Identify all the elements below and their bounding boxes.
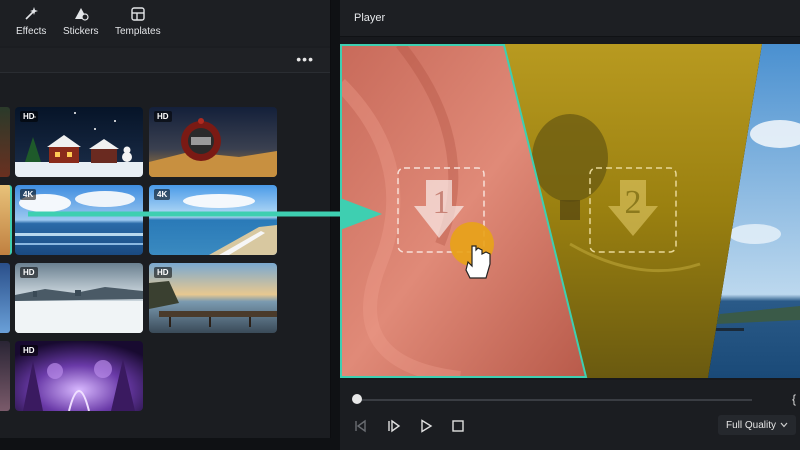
templates-label: Templates xyxy=(115,26,161,37)
quality-label: Full Quality xyxy=(726,419,777,431)
stop-button[interactable] xyxy=(450,418,466,434)
player-header: Player xyxy=(340,0,800,37)
partial-thumbnail[interactable] xyxy=(0,107,10,177)
effects-icon xyxy=(25,7,39,20)
player-panel: Player 1 2 {Full Quality xyxy=(340,0,800,450)
playback-controls: { Full Quality xyxy=(340,380,800,450)
split-screen-preview xyxy=(340,44,800,378)
stickers-icon xyxy=(74,8,89,21)
play-button[interactable] xyxy=(418,418,434,434)
thumbnail-fantasy-forest[interactable]: HD xyxy=(15,341,143,411)
video-preview[interactable]: 1 2 xyxy=(340,44,800,378)
stickers-tab[interactable]: Stickers xyxy=(63,6,99,42)
partial-thumbnail[interactable] xyxy=(0,185,12,255)
quality-badge: 4K xyxy=(20,189,37,200)
quality-select[interactable]: Full Quality xyxy=(718,415,797,435)
quality-badge: HD xyxy=(20,111,38,122)
thumbnail-christmas-village[interactable]: HD xyxy=(15,107,143,177)
thumbnail-pier-sunset[interactable]: HD xyxy=(149,263,277,333)
partial-thumbnail[interactable] xyxy=(0,341,10,411)
next-frame-button[interactable] xyxy=(386,418,402,434)
quality-badge: HD xyxy=(20,345,38,356)
thumbnail-robot-desert[interactable]: HD xyxy=(149,107,277,177)
slot-2-number: 2 xyxy=(624,184,642,221)
library-subbar: ••• xyxy=(0,48,330,73)
previous-frame-button[interactable] xyxy=(352,418,368,434)
more-options-button[interactable]: ••• xyxy=(296,52,314,66)
mark-in-brace[interactable]: { xyxy=(792,392,796,406)
templates-icon xyxy=(131,7,145,21)
timeline-scrubber-track[interactable] xyxy=(356,399,752,401)
effects-label: Effects xyxy=(16,26,47,37)
library-toolbar: Effects Stickers Templates xyxy=(0,0,330,46)
stickers-label: Stickers xyxy=(63,26,99,37)
media-library-panel: Effects Stickers Templates ••• HD HD 4K … xyxy=(0,0,331,438)
thumbnail-ocean-clouds[interactable]: 4K xyxy=(15,185,143,255)
media-grid: HD HD 4K 4K HD HD HD xyxy=(0,74,330,438)
partial-thumbnail[interactable] xyxy=(0,263,10,333)
quality-badge: 4K xyxy=(154,189,171,200)
slot-1-number: 1 xyxy=(432,184,450,221)
panel-gap xyxy=(0,438,332,450)
thumbnail-snow-coast[interactable]: HD xyxy=(15,263,143,333)
thumbnail-beach-coast[interactable]: 4K xyxy=(149,185,277,255)
timeline-scrubber-handle[interactable] xyxy=(352,394,362,404)
chevron-down-icon xyxy=(780,422,788,428)
effects-tab[interactable]: Effects xyxy=(16,6,46,42)
quality-badge: HD xyxy=(154,111,172,122)
player-title: Player xyxy=(354,12,386,24)
quality-badge: HD xyxy=(154,267,172,278)
quality-badge: HD xyxy=(20,267,38,278)
templates-tab[interactable]: Templates xyxy=(115,6,161,42)
